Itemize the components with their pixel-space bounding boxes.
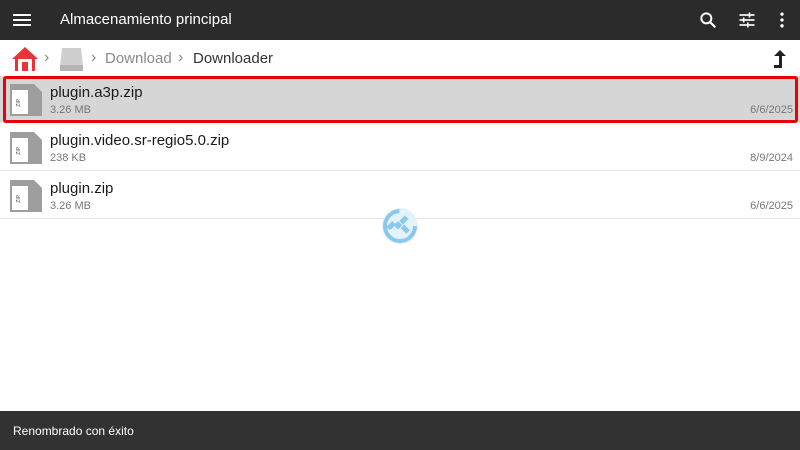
- file-size: 238 KB: [50, 152, 87, 164]
- breadcrumb-item-download[interactable]: Download: [105, 50, 172, 67]
- filter-icon[interactable]: [737, 10, 757, 30]
- file-manager-app: Almacenamiento principal › › Download › …: [0, 0, 800, 450]
- svg-text:ZIP: ZIP: [16, 147, 22, 155]
- file-date: 8/9/2024: [750, 152, 793, 164]
- file-date: 6/6/2025: [750, 200, 793, 212]
- file-size: 3.26 MB: [50, 104, 91, 116]
- breadcrumb-item-downloader[interactable]: Downloader: [193, 50, 273, 67]
- chevron-right-icon: ›: [44, 49, 50, 66]
- snackbar: Renombrado con éxito: [0, 411, 800, 450]
- zip-file-icon: ZIP: [10, 84, 42, 116]
- file-name: plugin.a3p.zip: [50, 84, 143, 101]
- search-icon[interactable]: [698, 10, 718, 30]
- drive-icon[interactable]: [58, 45, 85, 72]
- zip-file-icon: ZIP: [10, 132, 42, 164]
- file-name: plugin.video.sr-regio5.0.zip: [50, 132, 230, 149]
- file-row[interactable]: ZIP plugin.video.sr-regio5.0.zip 238 KB …: [0, 124, 800, 171]
- file-size: 3.26 MB: [50, 200, 91, 212]
- chevron-right-icon: ›: [91, 49, 97, 66]
- chevron-right-icon: ›: [178, 49, 184, 66]
- more-vert-icon[interactable]: [772, 10, 792, 30]
- zip-file-icon: ZIP: [10, 180, 42, 212]
- home-icon[interactable]: [10, 45, 40, 73]
- menu-icon[interactable]: [13, 11, 33, 29]
- kodi-loading-icon: [382, 208, 418, 244]
- up-arrow-icon[interactable]: [770, 48, 790, 70]
- page-title: Almacenamiento principal: [60, 11, 232, 28]
- svg-text:ZIP: ZIP: [16, 195, 22, 203]
- file-name: plugin.zip: [50, 180, 114, 197]
- file-date: 6/6/2025: [750, 104, 793, 116]
- snackbar-message: Renombrado con éxito: [13, 424, 134, 438]
- svg-text:ZIP: ZIP: [16, 99, 22, 107]
- top-app-bar: Almacenamiento principal: [0, 0, 800, 40]
- file-row-selected[interactable]: ZIP plugin.a3p.zip 3.26 MB 6/6/2025: [0, 76, 800, 123]
